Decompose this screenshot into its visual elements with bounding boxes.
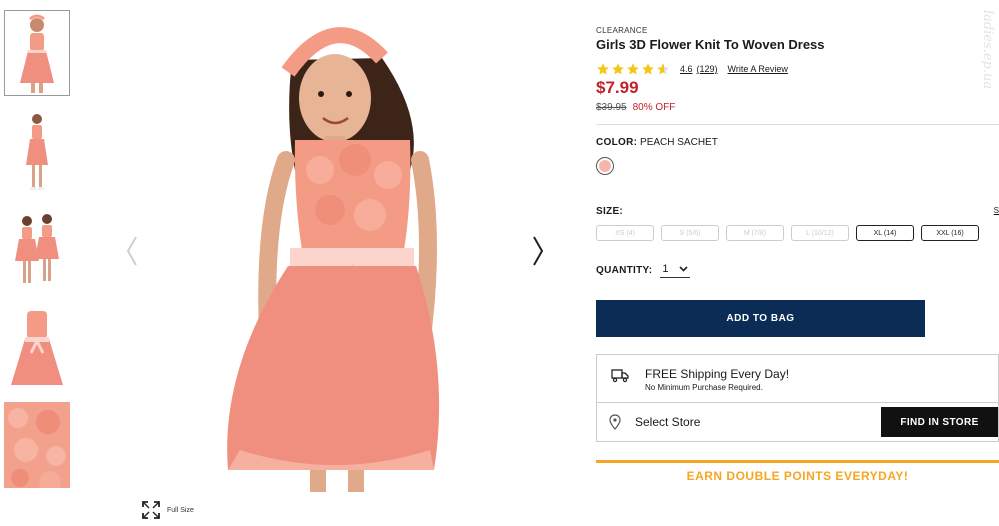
shipping-info: FREE Shipping Every Day! No Minimum Purc… <box>597 355 998 403</box>
star-icon <box>597 63 609 75</box>
location-pin-icon <box>609 414 621 430</box>
points-banner: EARN DOUBLE POINTS EVERYDAY! <box>596 460 999 483</box>
original-price: $39.95 <box>596 102 627 113</box>
write-review-link[interactable]: Write A Review <box>728 64 788 74</box>
chevron-left-icon <box>126 236 137 266</box>
color-label: COLOR: <box>596 137 638 148</box>
quantity-value: 1 <box>662 263 669 275</box>
shipping-title: FREE Shipping Every Day! <box>645 367 790 381</box>
star-icon <box>612 63 624 75</box>
chevron-right-icon <box>533 236 544 266</box>
color-row: COLOR: PEACH SACHET <box>596 137 999 148</box>
clearance-label: CLEARANCE <box>596 26 648 35</box>
thumbnail-list <box>4 10 72 500</box>
price-details: $39.95 80% OFF <box>596 102 999 113</box>
size-option[interactable]: M (7/8) <box>726 225 784 241</box>
find-in-store-button[interactable]: FIND IN STORE <box>881 407 998 437</box>
select-store-link[interactable]: Select Store <box>635 415 881 429</box>
expand-icon <box>142 501 160 519</box>
quantity-select[interactable]: 1 <box>660 263 690 278</box>
star-icon <box>642 63 654 75</box>
size-options: XS (4) S (5/6) M (7/8) L (10/12) XL (14)… <box>596 225 999 241</box>
thumbnail-fabric-detail[interactable] <box>4 402 70 488</box>
rating-value[interactable]: 4.6 <box>680 64 693 74</box>
store-row: Select Store FIND IN STORE <box>597 403 998 441</box>
size-label: SIZE: <box>596 206 624 217</box>
product-title: Girls 3D Flower Knit To Woven Dress <box>596 37 825 52</box>
full-size-label: Full Size <box>167 506 194 514</box>
points-banner-text: EARN DOUBLE POINTS EVERYDAY! <box>686 469 909 483</box>
thumbnail-girl-front[interactable] <box>4 10 70 96</box>
size-option[interactable]: L (10/12) <box>791 225 849 241</box>
divider <box>596 124 999 125</box>
sale-price: $7.99 <box>596 78 639 97</box>
thumbnail-two-girls[interactable] <box>4 206 70 292</box>
product-info-panel: CLEARANCE Girls 3D Flower Knit To Woven … <box>596 26 999 483</box>
girl-in-dress-illustration <box>227 27 440 492</box>
color-value: PEACH SACHET <box>640 137 718 148</box>
quantity-label: QUANTITY: <box>596 265 653 276</box>
size-option[interactable]: XL (14) <box>856 225 914 241</box>
color-swatch-peach[interactable] <box>596 157 614 175</box>
star-icon <box>627 63 639 75</box>
shipping-subtitle: No Minimum Purchase Required. <box>645 383 763 392</box>
thumbnail-dress-flat[interactable] <box>4 304 70 390</box>
size-guide-link[interactable]: S <box>994 206 999 217</box>
chevron-down-icon <box>678 266 688 272</box>
add-to-bag-button[interactable]: ADD TO BAG <box>596 300 925 337</box>
next-image-arrow[interactable] <box>532 236 544 271</box>
rating-row: 4.6 (129) Write A Review <box>596 62 999 76</box>
size-option[interactable]: XXL (16) <box>921 225 979 241</box>
size-header: SIZE: S <box>596 206 999 217</box>
review-count[interactable]: (129) <box>697 64 718 74</box>
previous-image-arrow[interactable] <box>126 236 138 271</box>
full-size-button[interactable]: Full Size <box>141 500 194 520</box>
quantity-row: QUANTITY: 1 <box>596 263 999 278</box>
discount-label: 80% OFF <box>632 102 676 113</box>
size-option[interactable]: S (5/6) <box>661 225 719 241</box>
watermark: ladies.ep.ua <box>980 10 995 90</box>
thumbnail-girl-full-body[interactable] <box>4 108 70 194</box>
main-product-image[interactable] <box>120 10 550 492</box>
star-rating[interactable] <box>596 62 670 76</box>
star-half-icon <box>657 63 669 75</box>
fulfillment-box: FREE Shipping Every Day! No Minimum Purc… <box>596 354 999 442</box>
size-option[interactable]: XS (4) <box>596 225 654 241</box>
truck-icon <box>611 369 629 383</box>
